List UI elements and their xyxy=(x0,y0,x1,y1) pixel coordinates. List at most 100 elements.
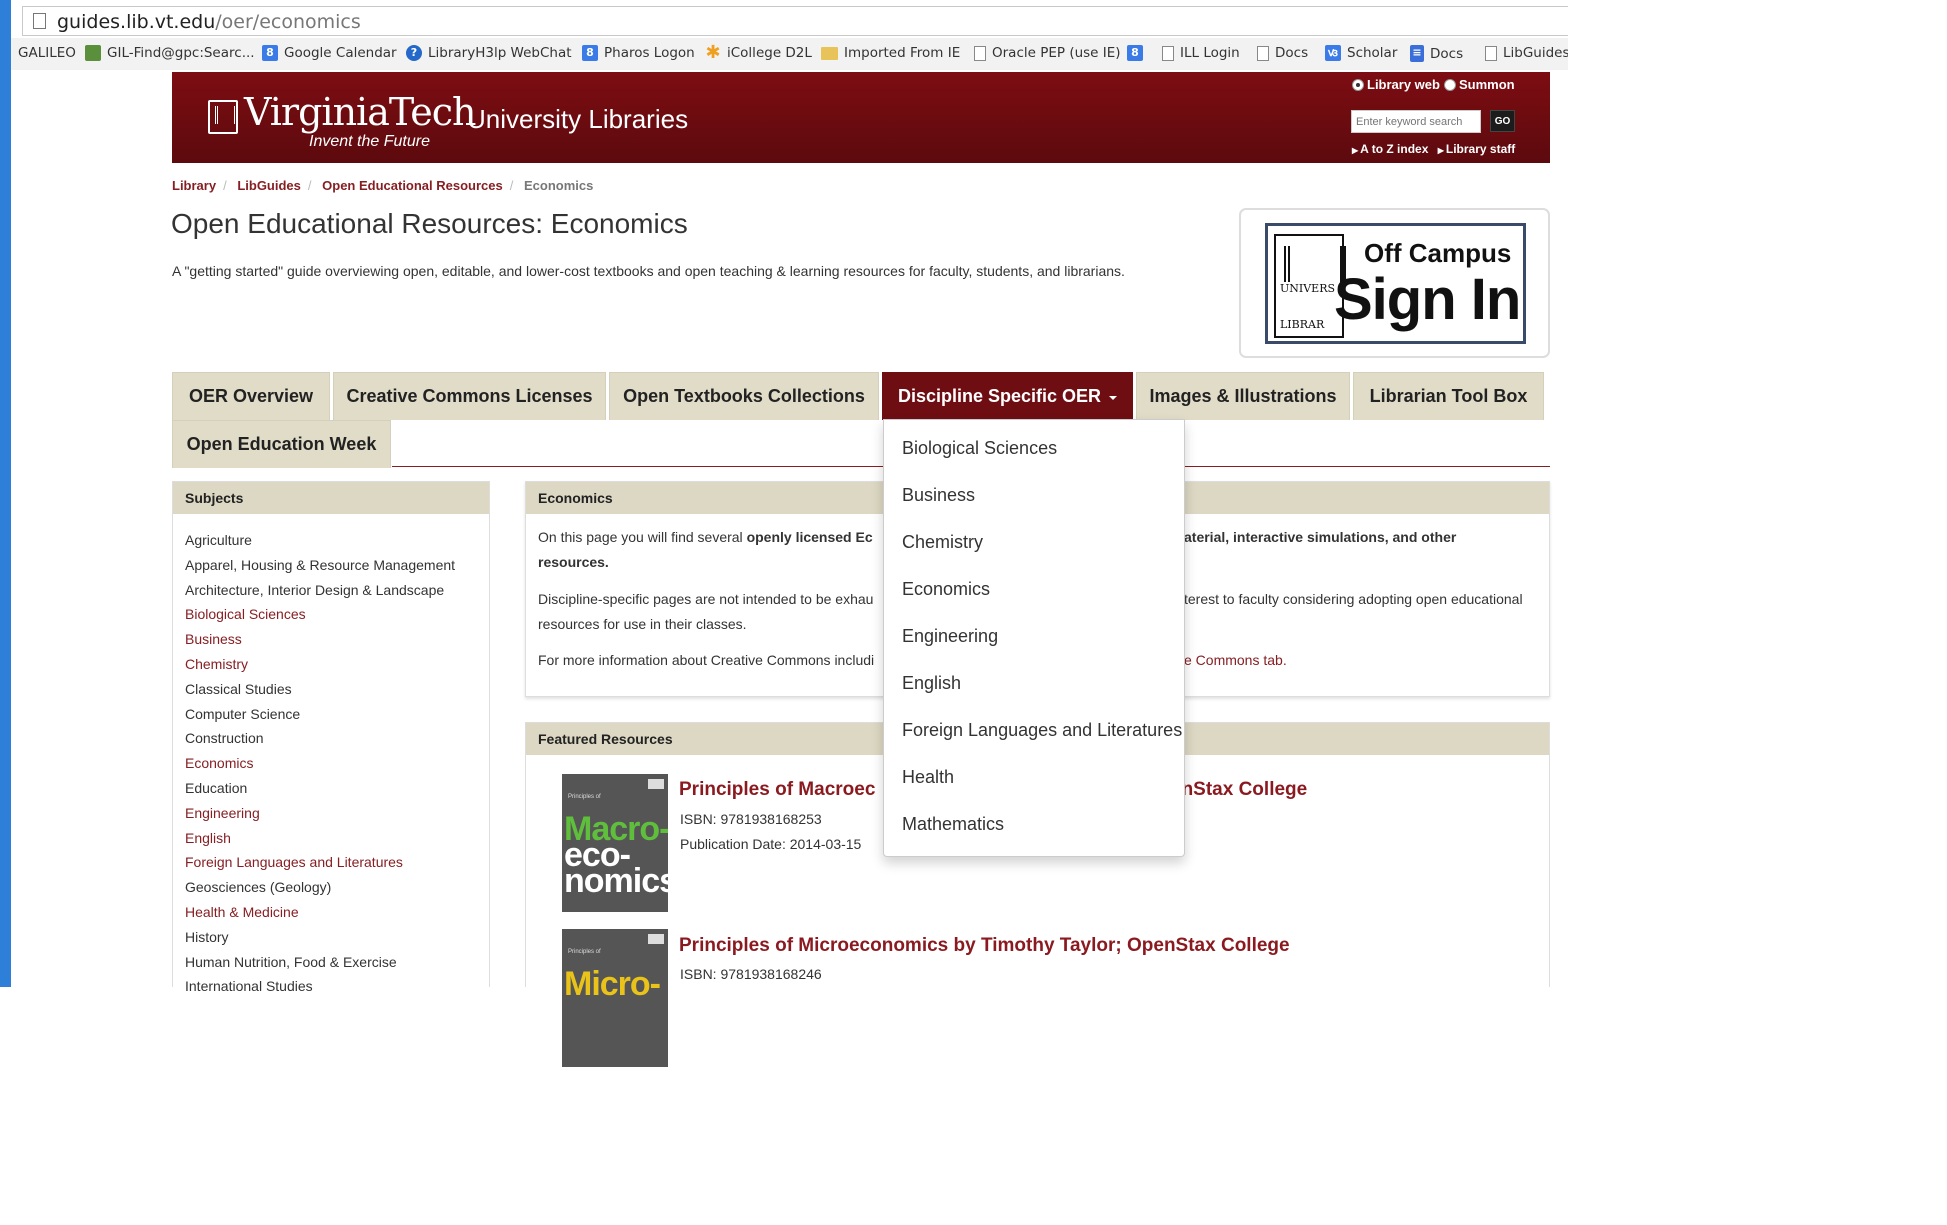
menu-item-engineering[interactable]: Engineering xyxy=(902,626,998,647)
creative-commons-tab-link[interactable]: e Commons tab. xyxy=(1184,648,1287,673)
menu-item-chemistry[interactable]: Chemistry xyxy=(902,532,983,553)
macroeconomics-title-link-tail[interactable]: enStax College xyxy=(1171,779,1307,801)
bookmark-docs-2[interactable]: ≡ Docs xyxy=(1410,45,1463,62)
bookmark-google-calendar[interactable]: 8 Google Calendar xyxy=(262,45,397,61)
google-icon: 8 xyxy=(262,45,278,61)
star-icon: ✱ xyxy=(705,42,721,63)
menu-item-business[interactable]: Business xyxy=(902,485,975,506)
logo-wordmark: VirginiaTech xyxy=(244,90,476,134)
search-scope: Library web Summon xyxy=(1352,77,1515,92)
tab-images-illustrations[interactable]: Images & Illustrations xyxy=(1136,372,1350,420)
menu-item-health[interactable]: Health xyxy=(902,767,954,788)
page-icon xyxy=(974,45,986,61)
menu-item-biological-sciences[interactable]: Biological Sciences xyxy=(902,438,1057,459)
subject-item: Education xyxy=(185,779,248,796)
az-index-link[interactable]: A to Z index xyxy=(1360,142,1428,156)
subject-item: International Studies xyxy=(185,978,313,995)
subject-item: Architecture, Interior Design & Landscap… xyxy=(185,581,445,598)
macroeconomics-isbn: ISBN: 9781938168253 xyxy=(680,811,822,827)
site-name[interactable]: University Libraries xyxy=(467,104,688,135)
bookmark-galileo[interactable]: GALILEO xyxy=(18,45,76,61)
subject-item[interactable]: English xyxy=(185,826,477,851)
bookmark-libguides[interactable]: LibGuides xyxy=(1485,45,1568,61)
breadcrumb: Library / LibGuides / Open Educational Res… xyxy=(172,178,594,193)
subject-item[interactable]: Biological Sciences xyxy=(185,602,477,627)
subject-item: History xyxy=(185,928,229,945)
triangle-right-icon: ▶ xyxy=(1437,146,1444,155)
menu-item-foreign-languages[interactable]: Foreign Languages and Literatures xyxy=(902,720,1182,741)
macroeconomics-title-link[interactable]: Principles of Macroec xyxy=(679,779,875,801)
bookmark-ill-login[interactable]: ILL Login xyxy=(1162,45,1240,61)
library-staff-link[interactable]: Library staff xyxy=(1446,142,1515,156)
subject-item[interactable]: Chemistry xyxy=(185,652,477,677)
window-edge xyxy=(0,0,11,987)
vt-seal-icon xyxy=(208,100,238,134)
folder-icon xyxy=(821,46,838,60)
book-icon xyxy=(85,45,101,61)
bookmark-icollege[interactable]: ✱ iCollege D2L xyxy=(705,42,811,63)
subject-item: Agriculture xyxy=(185,532,252,548)
keyword-search-input[interactable] xyxy=(1351,110,1481,133)
menu-item-english[interactable]: English xyxy=(902,673,961,694)
scholar-icon: ꟃ xyxy=(1325,45,1341,61)
breadcrumb-libguides[interactable]: LibGuides xyxy=(237,178,301,193)
menu-item-economics[interactable]: Economics xyxy=(902,579,990,600)
bookmark-docs[interactable]: Docs xyxy=(1257,45,1308,61)
page-title: Open Educational Resources: Economics xyxy=(171,208,688,239)
address-bar[interactable]: guides.lib.vt.edu/oer/economics xyxy=(22,6,1568,36)
bookmarks-bar: GALILEO GIL-Find@gpc:Searc... 8 Google Ca… xyxy=(11,38,1568,70)
bookmark-pharos[interactable]: 8 Pharos Logon xyxy=(582,45,695,61)
page-icon xyxy=(1257,45,1269,61)
tab-librarian-toolbox[interactable]: Librarian Tool Box xyxy=(1353,372,1544,420)
logo-tagline: Invent the Future xyxy=(309,133,430,150)
bookmark-gil-find[interactable]: GIL-Find@gpc:Searc... xyxy=(85,45,255,61)
breadcrumb-library[interactable]: Library xyxy=(172,178,216,193)
subject-item: Geosciences (Geology) xyxy=(185,879,332,896)
go-button[interactable]: GO xyxy=(1490,110,1515,132)
off-campus-sign-in[interactable]: UNIVERS LIBRAR Off Campus Sign In xyxy=(1239,208,1550,358)
menu-item-mathematics[interactable]: Mathematics xyxy=(902,814,1004,835)
breadcrumb-current: Economics xyxy=(524,178,594,193)
tab-open-textbooks[interactable]: Open Textbooks Collections xyxy=(609,372,879,420)
subject-item: Human Nutrition, Food & Exercise xyxy=(185,953,397,970)
microeconomics-cover[interactable]: Principles of Micro- xyxy=(562,929,668,1067)
subject-item[interactable]: Economics xyxy=(185,751,477,776)
subject-item[interactable]: Health & Medicine xyxy=(185,900,477,925)
google-icon: 8 xyxy=(582,45,598,61)
page-icon xyxy=(33,13,46,29)
microeconomics-title-link[interactable]: Principles of Microeconomics by Timothy … xyxy=(679,935,1290,957)
tab-discipline-specific[interactable]: Discipline Specific OER xyxy=(882,372,1133,420)
subject-item: Computer Science xyxy=(185,705,301,722)
help-icon: ? xyxy=(406,45,422,61)
caret-down-icon xyxy=(1109,396,1118,400)
macroeconomics-cover[interactable]: Principles of Macro- eco- nomics xyxy=(562,774,668,912)
breadcrumb-oer[interactable]: Open Educational Resources xyxy=(322,178,503,193)
tab-oer-overview[interactable]: OER Overview xyxy=(172,372,330,420)
subject-item[interactable]: Engineering xyxy=(185,801,477,826)
sign-in-line2: Sign In xyxy=(1334,267,1521,332)
bookmark-imported-ie[interactable]: Imported From IE xyxy=(821,45,960,61)
docs-icon: ≡ xyxy=(1410,45,1424,62)
subject-item: Classical Studies xyxy=(185,680,292,697)
triangle-right-icon: ▶ xyxy=(1352,146,1359,155)
bookmark-libraryh3lp[interactable]: ? LibraryH3lp WebChat xyxy=(406,45,572,61)
subjects-heading: Subjects xyxy=(173,482,489,514)
openstax-badge-icon xyxy=(648,779,664,789)
url-text[interactable]: guides.lib.vt.edu/oer/economics xyxy=(57,11,361,33)
radio-summon[interactable] xyxy=(1443,78,1456,91)
tab-open-education-week[interactable]: Open Education Week xyxy=(172,420,391,468)
bookmark-scholar[interactable]: ꟃ Scholar xyxy=(1325,45,1397,61)
tab-creative-commons[interactable]: Creative Commons Licenses xyxy=(333,372,606,420)
radio-library-web[interactable] xyxy=(1352,78,1364,91)
macroeconomics-pub-date: Publication Date: 2014-03-15 xyxy=(680,836,862,852)
subject-item[interactable]: Foreign Languages and Literatures xyxy=(185,850,477,875)
google-icon: 8 xyxy=(1127,45,1143,61)
bookmark-google[interactable]: 8 xyxy=(1127,45,1149,61)
sign-in-line1: Off Campus xyxy=(1364,238,1512,268)
discipline-dropdown-menu: Biological Sciences Business Chemistry E… xyxy=(883,419,1185,857)
header-quick-links: ▶ A to Z index ▶ Library staff xyxy=(1352,142,1515,156)
subject-item[interactable]: Business xyxy=(185,627,477,652)
openstax-badge-icon xyxy=(648,934,664,944)
bookmark-oracle-pep[interactable]: Oracle PEP (use IE) xyxy=(974,45,1121,61)
subject-list: Agriculture Apparel, Housing & Resource M… xyxy=(173,514,489,999)
